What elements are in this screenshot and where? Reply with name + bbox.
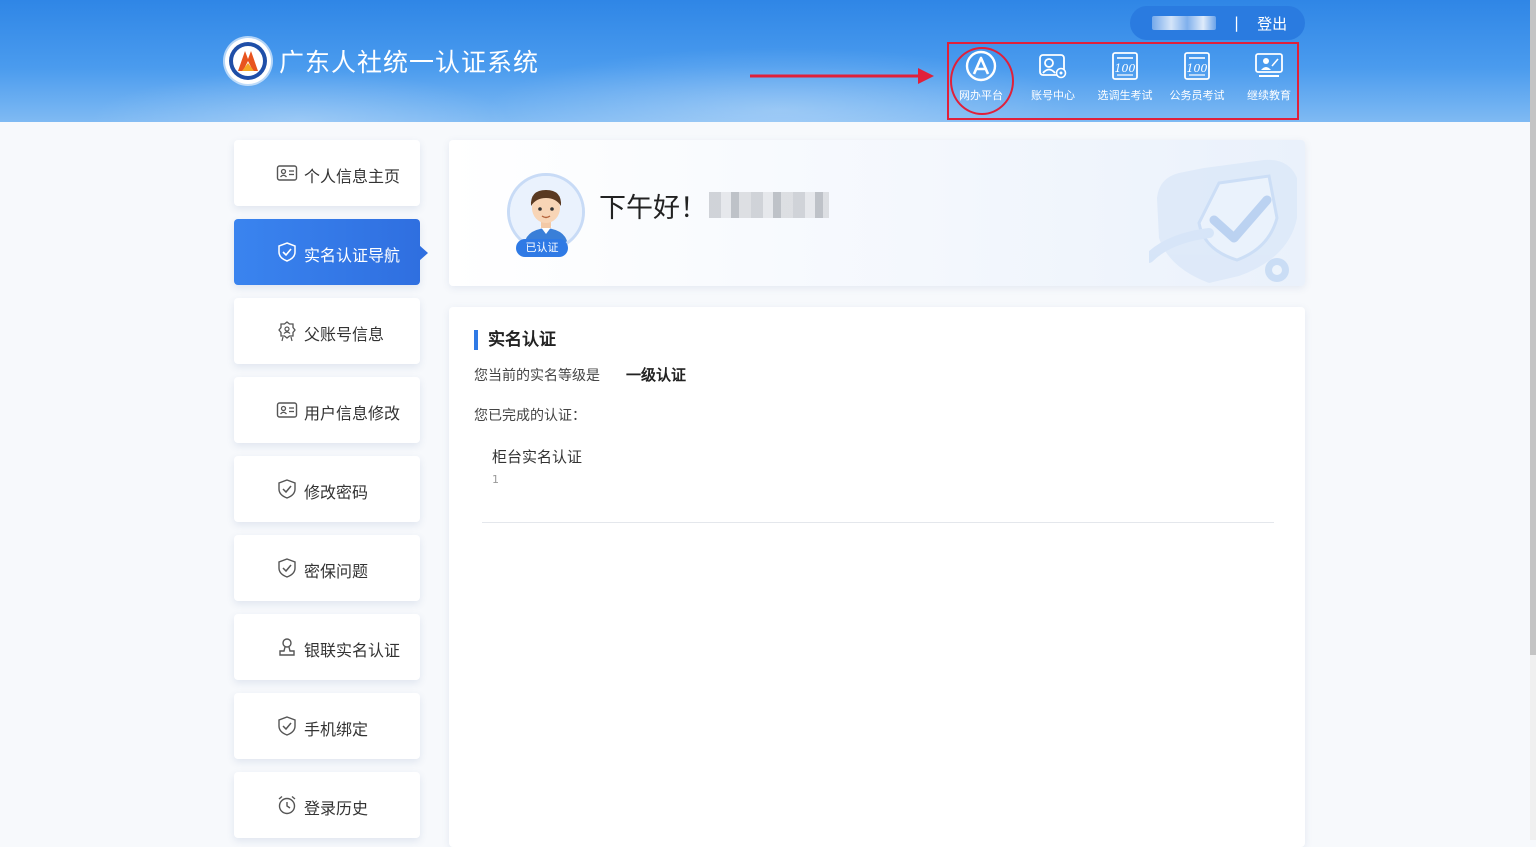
exam-100-icon: 100 xyxy=(1090,48,1160,84)
app-office-platform[interactable]: 网办平台 xyxy=(946,48,1016,103)
site-title: 广东人社统一认证系统 xyxy=(279,48,540,77)
app-label: 继续教育 xyxy=(1247,89,1291,102)
realname-card: 实名认证 您当前的实名等级是 一级认证 您已完成的认证： 柜台实名认证 1 xyxy=(449,307,1305,847)
user-stamp-icon xyxy=(279,638,295,656)
sidebar-item-realname-nav[interactable]: 实名认证导航 xyxy=(234,219,428,285)
sidebar-item-security-questions[interactable]: 密保问题 xyxy=(234,535,420,601)
app-label: 公务员考试 xyxy=(1169,89,1225,102)
sidebar-item-unionpay-realname[interactable]: 银联实名认证 xyxy=(234,614,420,680)
certification-count: 1 xyxy=(492,473,499,486)
top-header: 广东人社统一认证系统 | 登出 网办平台 账号中心 100 选调生考试 100 … xyxy=(0,0,1530,122)
exam-100-icon: 100 xyxy=(1162,48,1232,84)
app-label: 选调生考试 xyxy=(1097,89,1153,102)
office-platform-icon xyxy=(946,48,1016,84)
sidebar-item-change-password[interactable]: 修改密码 xyxy=(234,456,420,522)
sidebar-item-label: 密保问题 xyxy=(304,562,369,581)
greeting-card: 已认证 下午好！ xyxy=(449,140,1305,286)
shield-check-icon xyxy=(278,716,296,736)
sidebar-item-edit-user-info[interactable]: 用户信息修改 xyxy=(234,377,420,443)
sidebar-item-label: 手机绑定 xyxy=(304,720,369,739)
sidebar-item-parent-account[interactable]: 父账号信息 xyxy=(234,298,420,364)
account-center-icon xyxy=(1018,48,1088,84)
scrollbar-thumb[interactable] xyxy=(1530,0,1536,655)
education-icon xyxy=(1234,48,1304,84)
app-label: 账号中心 xyxy=(1031,89,1075,102)
id-card-icon xyxy=(276,165,298,181)
arrow-annotation-icon xyxy=(750,68,934,84)
verified-badge: 已认证 xyxy=(516,239,568,257)
sidebar-item-label: 登录历史 xyxy=(304,799,369,818)
user-panel: | 登出 xyxy=(1130,6,1305,40)
logout-button[interactable]: 登出 xyxy=(1257,13,1287,34)
sidebar-item-login-history[interactable]: 登录历史 xyxy=(234,772,420,838)
page-scrollbar[interactable] xyxy=(1530,0,1536,840)
shield-check-icon xyxy=(278,479,296,499)
app-selection-exam[interactable]: 100 选调生考试 xyxy=(1090,48,1160,103)
shield-check-icon xyxy=(278,242,296,262)
sidebar-item-label: 用户信息修改 xyxy=(304,404,401,423)
brand[interactable]: 广东人社统一认证系统 xyxy=(225,38,539,84)
shield-check-icon xyxy=(278,558,296,578)
section-title: 实名认证 xyxy=(474,330,556,350)
svg-text:100: 100 xyxy=(1187,62,1208,75)
logo-icon xyxy=(225,38,271,84)
shield-check-decoration-icon xyxy=(1149,159,1297,283)
user-panel-separator: | xyxy=(1234,14,1240,32)
sidebar-item-label: 父账号信息 xyxy=(304,325,385,344)
level-label: 您当前的实名等级是 xyxy=(474,368,600,384)
app-civil-service-exam[interactable]: 100 公务员考试 xyxy=(1162,48,1232,103)
username-redacted xyxy=(1152,16,1216,30)
sidebar-item-phone-binding[interactable]: 手机绑定 xyxy=(234,693,420,759)
sidebar-item-label: 个人信息主页 xyxy=(304,167,401,186)
svg-text:100: 100 xyxy=(1115,62,1136,75)
alarm-clock-icon xyxy=(278,795,296,815)
app-continuing-education[interactable]: 继续教育 xyxy=(1234,48,1304,103)
app-account-center[interactable]: 账号中心 xyxy=(1018,48,1088,103)
greeting-text: 下午好！ xyxy=(599,193,707,224)
username-redacted xyxy=(709,192,829,218)
id-card-icon xyxy=(276,402,298,418)
sidebar-item-profile-home[interactable]: 个人信息主页 xyxy=(234,140,420,206)
badge-icon xyxy=(278,321,296,342)
completed-label: 您已完成的认证： xyxy=(474,408,586,424)
sidebar-item-label: 实名认证导航 xyxy=(304,246,401,265)
divider xyxy=(482,522,1274,523)
app-label: 网办平台 xyxy=(959,89,1003,102)
certification-name: 柜台实名认证 xyxy=(492,448,583,466)
level-value: 一级认证 xyxy=(626,366,687,384)
sidebar-item-label: 银联实名认证 xyxy=(304,641,401,660)
sidebar-item-label: 修改密码 xyxy=(304,483,369,502)
